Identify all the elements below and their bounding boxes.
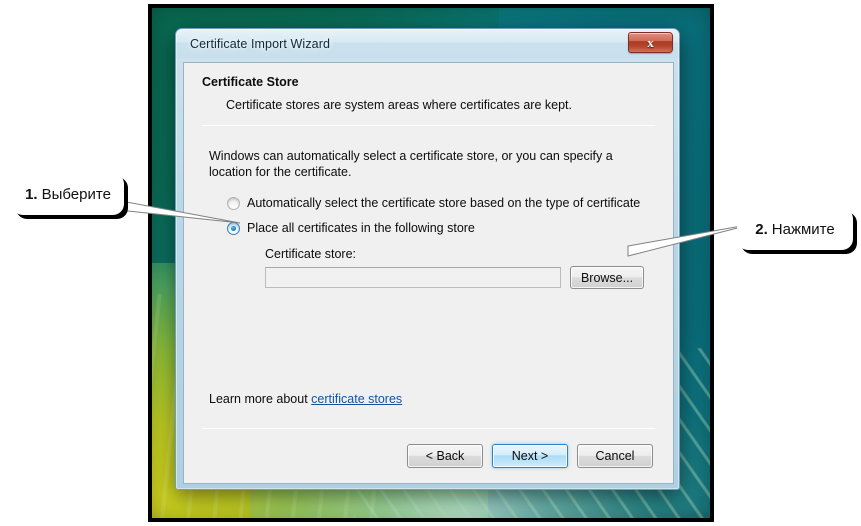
certificate-store-input[interactable]	[265, 267, 561, 288]
learn-more-row: Learn more about certificate stores	[209, 392, 402, 406]
screenshot-stage: Certificate Import Wizard x Certificate …	[0, 0, 861, 526]
wizard-header: Certificate Store Certificate stores are…	[184, 63, 673, 112]
callout-2: 2. Нажмите	[737, 208, 853, 250]
intro-text: Windows can automatically select a certi…	[209, 149, 613, 179]
radio-automatic-label: Automatically select the certificate sto…	[247, 196, 641, 210]
window-title: Certificate Import Wizard	[190, 37, 331, 51]
wizard-body: Windows can automatically select a certi…	[184, 126, 673, 428]
callout-1-text: Выберите	[41, 185, 111, 203]
radio-option-automatic[interactable]: Automatically select the certificate sto…	[227, 196, 651, 211]
callout-1-pointer	[109, 198, 241, 224]
close-icon: x	[647, 35, 654, 50]
next-button[interactable]: Next >	[492, 444, 568, 468]
radio-place-all-label: Place all certificates in the following …	[247, 221, 475, 235]
back-button[interactable]: < Back	[407, 444, 483, 468]
certificate-store-label: Certificate store:	[265, 247, 357, 261]
radio-option-place-all[interactable]: Place all certificates in the following …	[227, 221, 651, 236]
cancel-button[interactable]: Cancel	[577, 444, 653, 468]
learn-more-text: Learn more about	[209, 392, 312, 406]
page-title: Certificate Store	[202, 75, 299, 89]
certificate-import-wizard-dialog: Certificate Import Wizard x Certificate …	[175, 28, 680, 490]
certificate-store-row: Browse...	[265, 266, 651, 289]
callout-2-text: Нажмите	[771, 220, 835, 238]
dialog-client-area: Certificate Store Certificate stores are…	[183, 62, 674, 484]
page-subtitle: Certificate stores are system areas wher…	[226, 98, 572, 112]
callout-1: 1. Выберите	[12, 173, 124, 215]
close-button[interactable]: x	[628, 32, 673, 53]
callout-2-pointer	[627, 223, 754, 257]
dialog-footer: < Back Next > Cancel	[184, 429, 673, 483]
title-bar[interactable]: Certificate Import Wizard x	[176, 29, 679, 59]
browse-button[interactable]: Browse...	[570, 266, 644, 289]
callout-1-number: 1.	[25, 185, 38, 203]
certificate-stores-link[interactable]: certificate stores	[311, 392, 402, 406]
callout-2-number: 2.	[755, 220, 768, 238]
